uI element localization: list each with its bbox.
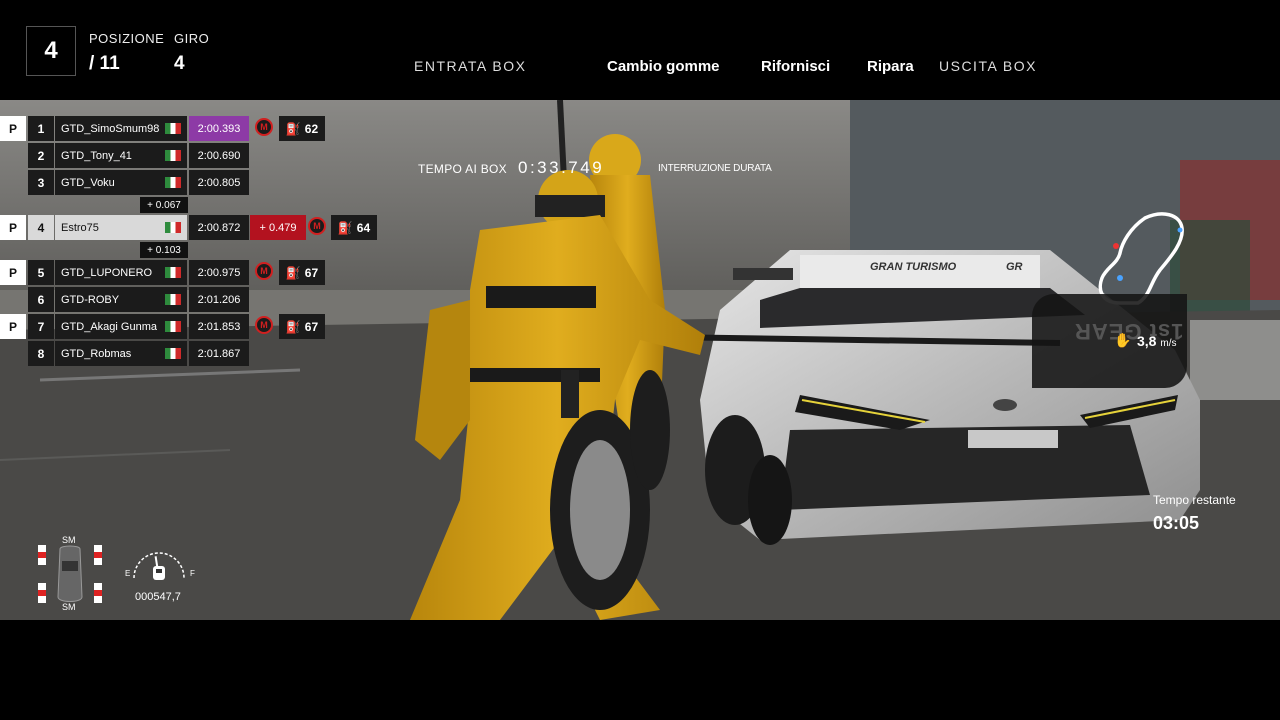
total-positions: / 11 — [89, 53, 120, 74]
fuel-pump-icon: ⛽ — [285, 319, 301, 334]
car-top-view-icon — [38, 545, 102, 603]
lap-time: 2:00.690 — [189, 143, 249, 168]
lap-time: 2:01.206 — [189, 287, 249, 312]
italy-flag-icon — [165, 222, 181, 233]
leaderboard-row: 2 GTD_Tony_41 2:00.690 — [0, 143, 250, 168]
lap-number: 4 — [174, 53, 185, 74]
leaderboard-row: P 5 GTD_LUPONERO 2:00.975 M ⛽ 67 — [0, 260, 330, 285]
current-position: 4 — [26, 26, 76, 76]
driver-name: GTD_Tony_41 — [55, 143, 187, 168]
tyre-medium-icon: M — [308, 217, 326, 235]
pit-indicator: P — [0, 314, 26, 339]
leaderboard-row: 8 GTD_Robmas 2:01.867 — [0, 341, 250, 366]
italy-flag-icon — [165, 150, 181, 161]
position-label: POSIZIONE — [89, 31, 165, 46]
driver-name-text: Estro75 — [61, 221, 99, 234]
leaderboard-row-player: P 4 Estro75 2:00.872 + 0.479 M ⛽ 64 — [0, 215, 380, 240]
driver-name-text: GTD-ROBY — [61, 293, 120, 306]
pit-indicator: P — [0, 116, 26, 141]
driver-name: GTD_SimoSmum98 — [55, 116, 187, 141]
italy-flag-icon — [165, 123, 181, 134]
driver-name-text: GTD_Tony_41 — [61, 149, 132, 162]
italy-flag-icon — [165, 294, 181, 305]
hand-brake-icon: ✋ — [1114, 332, 1132, 348]
gap-ahead: + 0.067 — [140, 197, 188, 213]
lap-time: 2:00.872 — [189, 215, 249, 240]
italy-flag-icon — [165, 267, 181, 278]
row-position: 8 — [28, 341, 54, 366]
row-position: 3 — [28, 170, 54, 195]
lap-time: 2:00.393 — [189, 116, 249, 141]
lap-time: 2:00.975 — [189, 260, 249, 285]
row-position: 5 — [28, 260, 54, 285]
leaderboard-row: 6 GTD-ROBY 2:01.206 — [0, 287, 250, 312]
fuel-value: 62 — [304, 121, 319, 136]
gap-badge: + 0.479 — [250, 215, 306, 240]
fuel-full-label: F — [190, 569, 195, 578]
car-livery-brand: GRAN TURISMO — [870, 261, 957, 273]
leaderboard-row: P 7 GTD_Akagi Gunma 2:01.853 M ⛽ 67 — [0, 314, 330, 339]
driver-name-text: GTD_Voku — [61, 176, 115, 189]
top-hud-bar: 4 POSIZIONE / 11 GIRO 4 ENTRATA BOX Camb… — [0, 0, 1280, 100]
driver-name-text: GTD_Akagi Gunma — [61, 320, 157, 333]
fuel-value: 64 — [356, 220, 371, 235]
row-position: 4 — [28, 215, 54, 240]
pit-entry-option[interactable]: ENTRATA BOX — [414, 58, 526, 74]
odometer: 000547,7 — [135, 591, 181, 603]
remaining-time-value: 03:05 — [1153, 513, 1200, 533]
pit-indicator: P — [0, 260, 26, 285]
lap-label: GIRO — [174, 31, 210, 46]
tyre-medium-icon: M — [255, 118, 273, 136]
fuel-gauge — [133, 552, 185, 580]
pit-exit-option[interactable]: USCITA BOX — [939, 58, 1037, 74]
driver-name: Estro75 — [55, 215, 187, 240]
fuel-empty-label: E — [125, 569, 131, 578]
driver-name: GTD_Akagi Gunma — [55, 314, 187, 339]
refuel-option[interactable]: Rifornisci — [761, 58, 830, 75]
pit-indicator: P — [0, 215, 26, 240]
tyre-medium-icon: M — [255, 316, 273, 334]
pit-time-value: 0:33.749 — [518, 158, 605, 177]
italy-flag-icon — [165, 321, 181, 332]
remaining-time-label: Tempo restante — [1153, 493, 1236, 507]
leaderboard-row: 3 GTD_Voku 2:00.805 — [0, 170, 250, 195]
fuel-indicator: ⛽ 62 — [279, 116, 325, 141]
bottom-letterbox — [0, 620, 1280, 720]
car-livery-badge: GR — [1006, 261, 1023, 273]
driver-name-text: GTD_LUPONERO — [61, 266, 153, 279]
italy-flag-icon — [165, 348, 181, 359]
italy-flag-icon — [165, 177, 181, 188]
driver-name-text: GTD_Robmas — [61, 347, 132, 360]
leaderboard-row: P 1 GTD_SimoSmum98 2:00.393 M ⛽ 62 — [0, 116, 330, 141]
repair-option[interactable]: Ripara — [867, 58, 914, 75]
tyre-medium-icon: M — [255, 262, 273, 280]
gap-behind: + 0.103 — [140, 242, 188, 258]
row-position: 7 — [28, 314, 54, 339]
fuel-pump-icon: ⛽ — [285, 121, 301, 136]
pit-time-label: TEMPO AI BOX — [418, 162, 507, 176]
driver-name-text: GTD_SimoSmum98 — [61, 122, 160, 135]
row-position: 2 — [28, 143, 54, 168]
driver-name: GTD_LUPONERO — [55, 260, 187, 285]
fuel-indicator: ⛽ 67 — [279, 260, 325, 285]
lap-time: 2:01.867 — [189, 341, 249, 366]
fuel-pump-icon: ⛽ — [337, 220, 353, 235]
speed-readout: 3,8 m/s — [1137, 333, 1176, 349]
fuel-value: 67 — [304, 265, 319, 280]
fuel-indicator: ⛽ 67 — [279, 314, 325, 339]
fuel-indicator: ⛽ 64 — [331, 215, 377, 240]
fuel-value: 67 — [304, 319, 319, 334]
speed-unit: m/s — [1160, 338, 1177, 349]
pit-duration-label: INTERRUZIONE DURATA — [658, 163, 772, 174]
tyre-change-option[interactable]: Cambio gomme — [607, 58, 720, 75]
driver-name: GTD_Robmas — [55, 341, 187, 366]
driver-name: GTD_Voku — [55, 170, 187, 195]
fuel-pump-icon: ⛽ — [285, 265, 301, 280]
lap-time: 2:01.853 — [189, 314, 249, 339]
speed-value: 3,8 — [1137, 333, 1157, 349]
lap-time: 2:00.805 — [189, 170, 249, 195]
row-position: 1 — [28, 116, 54, 141]
row-position: 6 — [28, 287, 54, 312]
driver-name: GTD-ROBY — [55, 287, 187, 312]
